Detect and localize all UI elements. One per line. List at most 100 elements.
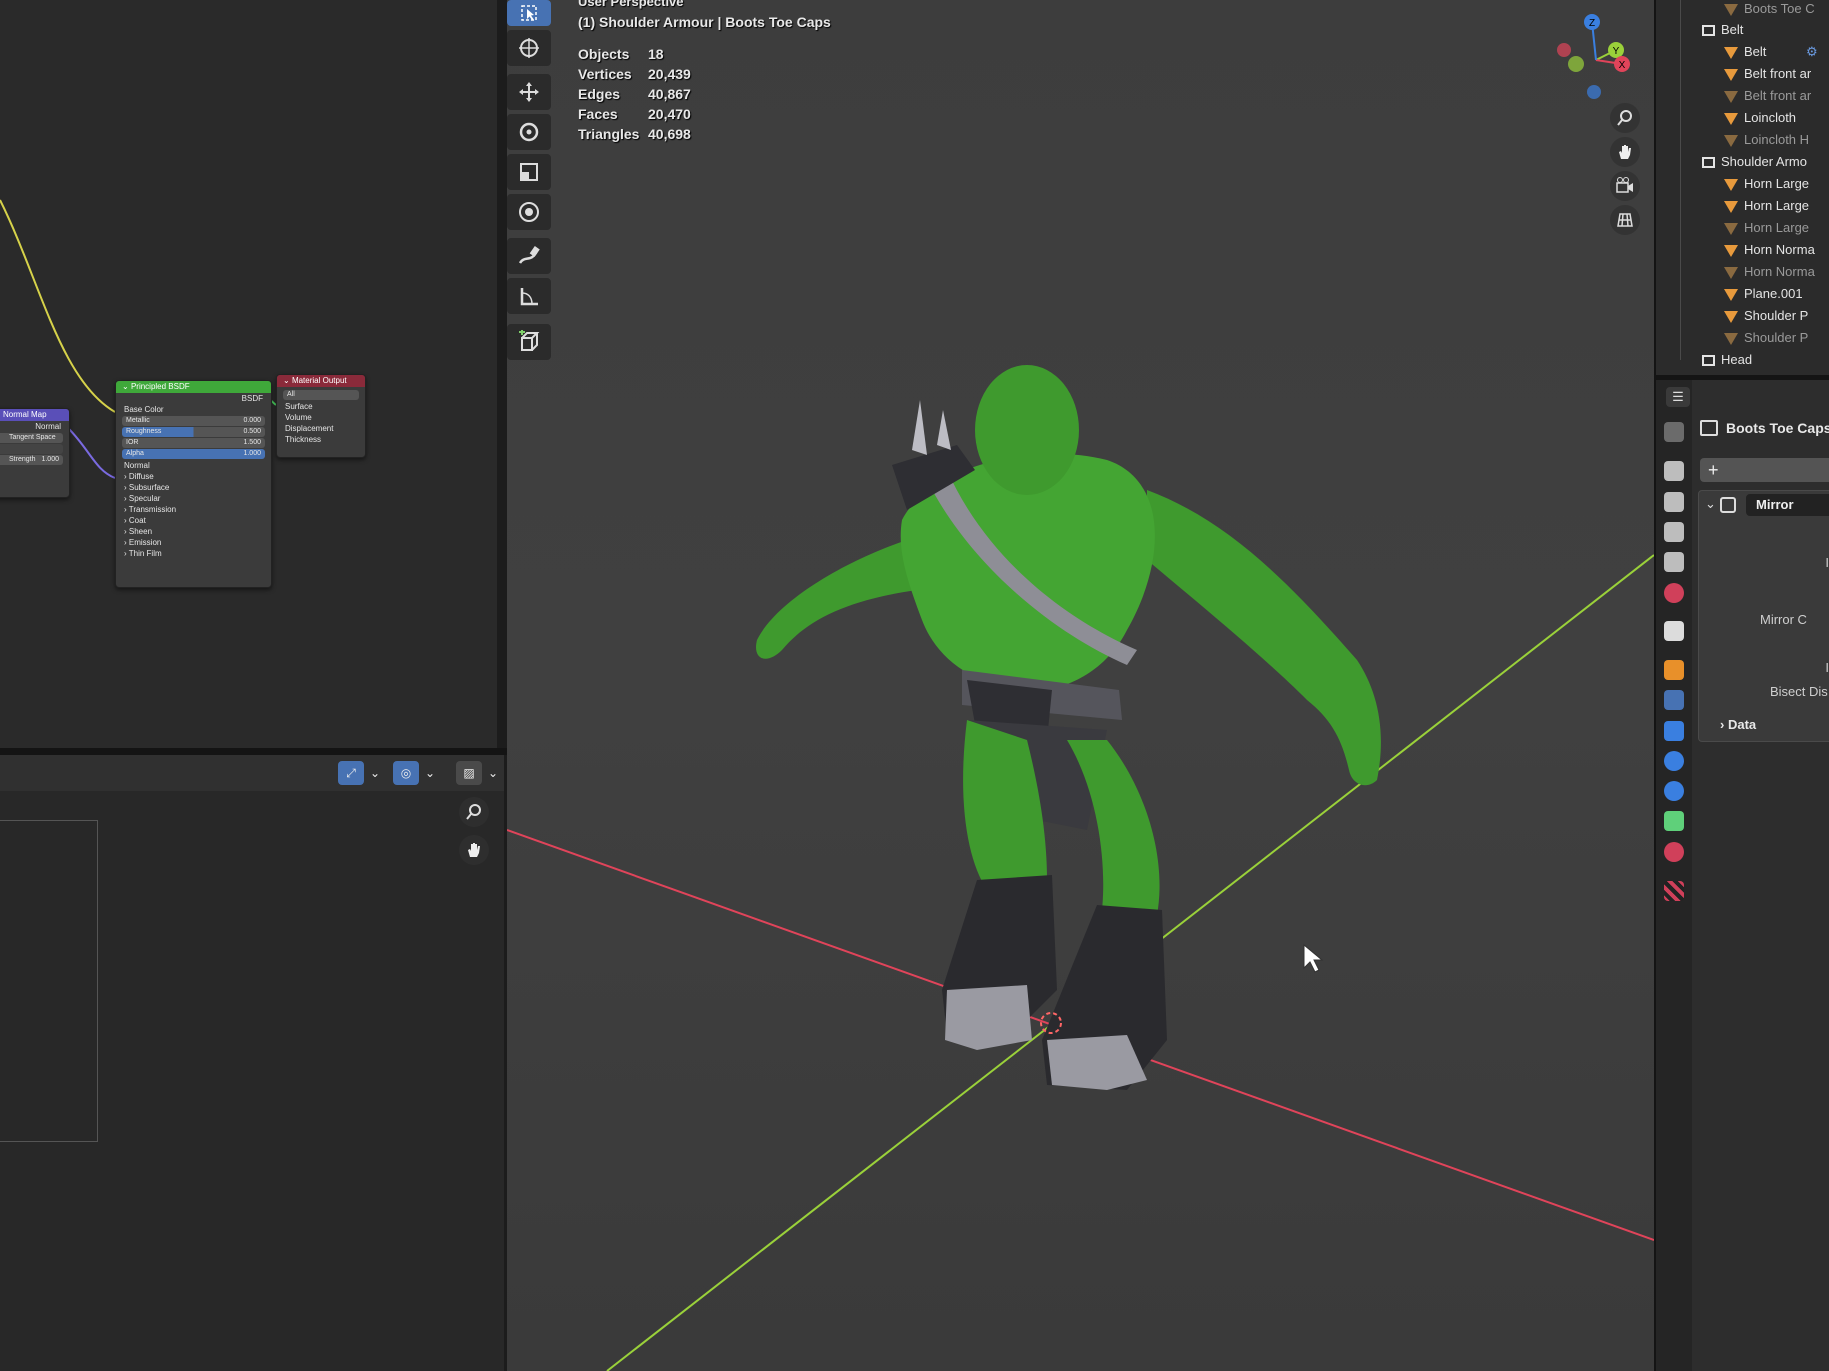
grid-toggle-icon[interactable] — [1610, 205, 1640, 235]
data-icon[interactable] — [1664, 811, 1684, 831]
constraints-icon[interactable] — [1664, 781, 1684, 801]
chevron-down-icon[interactable]: ⌄ — [483, 761, 503, 785]
surface-input[interactable]: Surface — [277, 401, 365, 412]
perspective-label: User Perspective — [578, 0, 684, 9]
outliner-item[interactable]: Belt front ar — [1656, 88, 1829, 109]
world-icon[interactable] — [1664, 583, 1684, 603]
pan-hand-icon[interactable] — [1610, 137, 1640, 167]
data-subpanel[interactable]: › Data — [1720, 717, 1756, 732]
cursor-icon[interactable] — [507, 30, 551, 66]
material-output-node[interactable]: ⌄ Material Output All Surface Volume Dis… — [276, 374, 366, 458]
camera-icon[interactable] — [1610, 171, 1640, 201]
displacement-input[interactable]: Displacement — [277, 423, 365, 434]
move-icon[interactable] — [507, 74, 551, 110]
chevron-down-icon[interactable]: ⌄ — [420, 761, 440, 785]
outliner-item[interactable]: Shoulder P — [1656, 330, 1829, 351]
outliner-item[interactable]: Loincloth H — [1656, 132, 1829, 153]
panel-diffuse[interactable]: › Diffuse — [116, 471, 271, 482]
pivot-toggle-icon[interactable]: ⤢ — [338, 761, 364, 785]
display-mode-icon[interactable]: ▨ — [456, 761, 482, 785]
outliner-item[interactable]: Horn Large — [1656, 220, 1829, 241]
outliner-item[interactable]: Loincloth — [1656, 110, 1829, 131]
collection-icon[interactable] — [1664, 621, 1684, 641]
3d-viewport[interactable] — [507, 0, 1654, 1371]
editor-type-icon[interactable]: ☰ — [1666, 387, 1690, 407]
base-color-input[interactable]: Base Color — [116, 404, 271, 415]
outliner-item[interactable]: Horn Norma — [1656, 264, 1829, 285]
outliner-collection[interactable]: Belt — [1656, 22, 1829, 43]
scale-icon[interactable] — [507, 154, 551, 190]
zoom-icon[interactable] — [1610, 103, 1640, 133]
alpha-field[interactable]: Alpha 1.000 — [122, 449, 265, 459]
particles-icon[interactable] — [1664, 721, 1684, 741]
chevron-down-icon[interactable]: ⌄ — [1705, 496, 1716, 512]
normal-input[interactable]: Normal — [116, 460, 271, 471]
outliner-item[interactable]: Horn Large — [1656, 198, 1829, 219]
uv-map-field[interactable] — [0, 444, 63, 454]
outliner-item[interactable]: Plane.001 — [1656, 286, 1829, 307]
panel-sheen[interactable]: › Sheen — [116, 526, 271, 537]
gizmo-z-label: Z — [1589, 18, 1595, 29]
texture-icon[interactable] — [1664, 881, 1684, 901]
measure-icon[interactable] — [507, 278, 551, 314]
chevron-down-icon[interactable]: ⌄ — [365, 761, 385, 785]
panel-subsurface[interactable]: › Subsurface — [116, 482, 271, 493]
normal-map-title: Normal Map — [0, 409, 69, 421]
select-box-icon[interactable] — [507, 0, 551, 26]
outliner-item[interactable]: Belt ⚙ — [1656, 44, 1829, 65]
material-output-title-text: Material Output — [291, 376, 347, 385]
outliner-collection[interactable]: Head — [1656, 352, 1829, 373]
panel-thin-film[interactable]: › Thin Film — [116, 548, 271, 559]
volume-input[interactable]: Volume — [277, 412, 365, 423]
panel-specular[interactable]: › Specular — [116, 493, 271, 504]
principled-bsdf-node[interactable]: ⌄ Principled BSDF BSDF Base Color Metall… — [115, 380, 272, 588]
metallic-field[interactable]: Metallic 0.000 — [122, 416, 265, 426]
roughness-field[interactable]: Roughness 0.500 — [122, 427, 265, 437]
bisect-label: I — [1825, 660, 1829, 675]
overlay-toggle-icon[interactable]: ◎ — [393, 761, 419, 785]
outliner-item[interactable]: Boots Toe C — [1656, 1, 1829, 22]
panel-emission[interactable]: › Emission — [116, 537, 271, 548]
stat-objects-label: Objects — [578, 46, 630, 62]
space-dropdown[interactable]: Tangent Space — [0, 433, 63, 443]
scene-icon[interactable] — [1664, 552, 1684, 572]
annotate-icon[interactable] — [507, 238, 551, 274]
shader-node-editor[interactable]: Normal Map Normal Tangent Space Strength… — [0, 0, 497, 748]
add-modifier-button[interactable]: + — [1700, 458, 1829, 482]
tool-icon[interactable] — [1664, 422, 1684, 442]
panel-subsurface-label: Subsurface — [128, 483, 170, 492]
zoom-icon[interactable] — [459, 797, 489, 827]
thickness-input[interactable]: Thickness — [277, 434, 365, 445]
ior-field[interactable]: IOR 1.500 — [122, 438, 265, 448]
panel-coat[interactable]: › Coat — [116, 515, 271, 526]
outliner-item-label: Belt — [1721, 22, 1744, 37]
outliner-item[interactable]: Belt front ar — [1656, 66, 1829, 87]
view-layer-icon[interactable] — [1664, 522, 1684, 542]
physics-icon[interactable] — [1664, 751, 1684, 771]
material-icon[interactable] — [1664, 842, 1684, 862]
object-icon[interactable] — [1664, 660, 1684, 680]
panel-coat-label: Coat — [128, 516, 146, 525]
strength-field[interactable]: Strength 1.000 — [0, 455, 63, 465]
navigation-gizmo[interactable]: Z Y X — [1548, 8, 1638, 108]
output-target-dropdown[interactable]: All — [283, 390, 359, 400]
add-cube-icon[interactable] — [507, 324, 551, 360]
area-divider[interactable] — [0, 748, 507, 755]
data-subpanel-label: Data — [1727, 717, 1757, 732]
output-icon[interactable] — [1664, 492, 1684, 512]
modifier-icon[interactable] — [1664, 690, 1684, 710]
transform-icon[interactable] — [507, 194, 551, 230]
rotate-icon[interactable] — [507, 114, 551, 150]
outliner-item[interactable]: Shoulder P — [1656, 308, 1829, 329]
panel-transmission[interactable]: › Transmission — [116, 504, 271, 515]
outliner-item-label: Belt front ar — [1744, 66, 1812, 81]
modifier-name-field[interactable]: Mirror — [1746, 494, 1829, 516]
outliner-collection[interactable]: Shoulder Armo — [1656, 154, 1829, 175]
normal-map-node[interactable]: Normal Map Normal Tangent Space Strength… — [0, 408, 70, 498]
principled-title: ⌄ Principled BSDF — [116, 381, 271, 393]
outliner-item[interactable]: Horn Large — [1656, 176, 1829, 197]
pan-hand-icon[interactable] — [459, 835, 489, 865]
render-icon[interactable] — [1664, 461, 1684, 481]
mesh-icon — [1724, 90, 1738, 103]
outliner-item[interactable]: Horn Norma — [1656, 242, 1829, 263]
